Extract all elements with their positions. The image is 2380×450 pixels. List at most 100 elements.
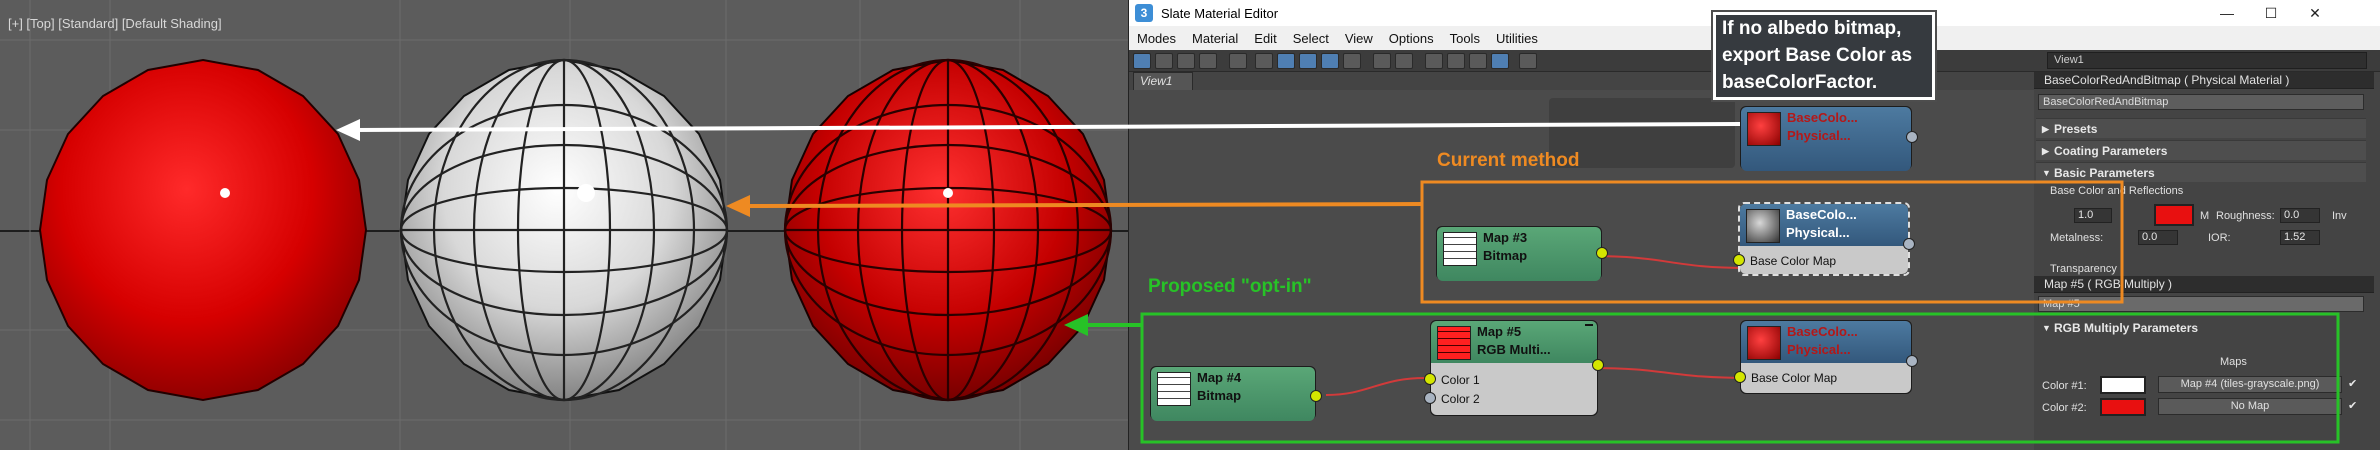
menu-options[interactable]: Options [1381, 31, 1442, 46]
transparency-label: Transparency [2050, 263, 2117, 275]
node-header: Map #4 Bitmap [1151, 367, 1315, 421]
show-navigator-icon[interactable] [1469, 53, 1487, 69]
slot-label: Base Color Map [1751, 371, 1838, 385]
collapse-icon[interactable] [1585, 324, 1593, 326]
viewport-label[interactable]: [+] [Top] [Standard] [Default Shading] [8, 16, 222, 31]
rollout-basic-parameters[interactable]: ▼ Basic Parameters [2036, 162, 2366, 182]
move-children-icon[interactable] [1255, 53, 1273, 69]
output-port[interactable] [1906, 131, 1918, 143]
zoom-icon[interactable] [1395, 53, 1413, 69]
menu-modes[interactable]: Modes [1129, 31, 1184, 46]
node-title: BaseColo... [1787, 324, 1858, 339]
output-port[interactable] [1906, 355, 1918, 367]
annotation-proposed-opt-in: Proposed "opt-in" [1148, 276, 1312, 297]
rollout-rgb-multiply-parameters[interactable]: ▼ RGB Multiply Parameters [2036, 318, 2366, 338]
color2-map-checkbox[interactable]: ✔ [2348, 399, 2357, 412]
node-map4-bitmap[interactable]: Map #4 Bitmap [1150, 366, 1322, 421]
node-header: BaseColo... Physical... [1741, 321, 1911, 363]
show-map-icon[interactable] [1299, 53, 1317, 69]
minimize-button[interactable]: — [2205, 0, 2249, 26]
red-sphere-highlight [220, 188, 230, 198]
node-map3-bitmap[interactable]: Map #3 Bitmap [1436, 226, 1608, 281]
output-port[interactable] [1903, 238, 1915, 250]
menu-edit[interactable]: Edit [1246, 31, 1284, 46]
output-port[interactable] [1596, 247, 1608, 259]
node-subtitle: Physical... [1787, 342, 1851, 357]
node-subtitle: Physical... [1787, 128, 1851, 143]
menu-tools[interactable]: Tools [1442, 31, 1488, 46]
eyedropper-icon[interactable] [1155, 53, 1173, 69]
color2-label: Color #2: [2042, 402, 2087, 414]
expand-arrow-icon: ▶ [2042, 146, 2049, 156]
base-weight-spinner[interactable]: 1.0 [2074, 208, 2112, 223]
put-to-scene-icon[interactable] [1177, 53, 1195, 69]
output-port[interactable] [1592, 359, 1604, 371]
node-body: Base Color Map [1740, 246, 1908, 274]
color2-swatch[interactable] [2100, 398, 2146, 416]
pick-material-icon[interactable] [1519, 53, 1537, 69]
3d-viewport[interactable]: [+] [Top] [Standard] [Default Shading] [0, 0, 1128, 450]
ior-spinner[interactable]: 1.52 [2280, 230, 2320, 245]
view-selector-dropdown[interactable]: View1 [2047, 52, 2367, 69]
material-parameter-editor-icon[interactable] [1491, 53, 1509, 69]
inv-label[interactable]: Inv [2332, 210, 2347, 222]
material-name-field[interactable]: BaseColorRedAndBitmap [2038, 94, 2364, 110]
input-port-color-1[interactable] [1424, 373, 1436, 385]
delete-icon[interactable] [1229, 53, 1247, 69]
menu-material[interactable]: Material [1184, 31, 1246, 46]
node-header: Map #3 Bitmap [1437, 227, 1601, 281]
close-button[interactable]: ✕ [2293, 0, 2337, 26]
node-header: BaseColo... Physical... [1741, 107, 1911, 171]
maps-label: Maps [2220, 356, 2247, 368]
layout-icon[interactable] [1373, 53, 1391, 69]
input-port-color-2[interactable] [1424, 392, 1436, 404]
maximize-button[interactable]: ☐ [2249, 0, 2293, 26]
color1-swatch[interactable] [2100, 376, 2146, 394]
rollout-presets[interactable]: ▶ Presets [2036, 118, 2366, 138]
assign-material-icon[interactable] [1199, 53, 1217, 69]
color1-label: Color #1: [2042, 380, 2087, 392]
node-basecolor-material-mid[interactable]: BaseColo... Physical... Base Color Map [1733, 202, 1915, 276]
menu-view[interactable]: View [1337, 31, 1381, 46]
tiles-bitmap-thumbnail-icon [1443, 232, 1477, 266]
menu-utilities[interactable]: Utilities [1488, 31, 1546, 46]
material-panel-title: BaseColorRedAndBitmap ( Physical Materia… [2034, 72, 2374, 89]
white-tiled-sphere[interactable] [399, 58, 729, 402]
view-tab[interactable]: View1 [1133, 72, 1193, 90]
callout-line: baseColorFactor. [1722, 72, 1878, 93]
menu-select[interactable]: Select [1285, 31, 1337, 46]
roughness-spinner[interactable]: 0.0 [2280, 208, 2320, 223]
output-port[interactable] [1310, 390, 1322, 402]
color2-map-button[interactable]: No Map [2158, 398, 2342, 415]
input-port-base-color-map[interactable] [1733, 254, 1745, 266]
base-color-swatch[interactable] [2154, 204, 2194, 226]
material-thumbnail-icon [1747, 112, 1781, 146]
rollout-coating-parameters[interactable]: ▶ Coating Parameters [2036, 140, 2366, 160]
color1-map-button[interactable]: Map #4 (tiles-grayscale.png) [2158, 376, 2342, 393]
metalness-spinner[interactable]: 0.0 [2138, 230, 2178, 245]
layout-all-icon[interactable] [1425, 53, 1443, 69]
parameter-editor-panel: BaseColorRedAndBitmap ( Physical Materia… [2034, 72, 2374, 450]
select-tool-icon[interactable] [1133, 53, 1151, 69]
slot-label: Color 1 [1441, 373, 1480, 387]
slot-label: Color 2 [1441, 392, 1480, 406]
node-basecolor-material-top[interactable]: BaseColo... Physical... [1740, 106, 1918, 171]
section-label: Base Color and Reflections [2050, 185, 2184, 197]
show-background-icon[interactable] [1321, 53, 1339, 69]
hide-unused-slots-icon[interactable] [1277, 53, 1295, 69]
sample-sphere-icon[interactable] [1343, 53, 1361, 69]
node-map5-rgb-multiply[interactable]: Map #5 RGB Multi... Color 1 Color 2 [1424, 320, 1604, 416]
node-title: Map #3 [1483, 230, 1528, 245]
node-basecolor-material-bottom[interactable]: BaseColo... Physical... Base Color Map [1734, 320, 1918, 394]
input-port-base-color-map[interactable] [1734, 371, 1746, 383]
red-sphere[interactable] [38, 58, 368, 402]
map-button-label[interactable]: M [2200, 210, 2209, 222]
wire-map5-to-material [1589, 367, 1750, 379]
layout-children-icon[interactable] [1447, 53, 1465, 69]
tiles-bitmap-thumbnail-icon [1157, 372, 1191, 406]
callout-line: export Base Color as [1722, 45, 1913, 66]
color1-map-checkbox[interactable]: ✔ [2348, 377, 2357, 390]
map-name-field[interactable]: Map #5 [2038, 296, 2364, 312]
red-tiled-sphere[interactable] [783, 58, 1113, 402]
wire-map4-to-map5 [1325, 377, 1426, 396]
